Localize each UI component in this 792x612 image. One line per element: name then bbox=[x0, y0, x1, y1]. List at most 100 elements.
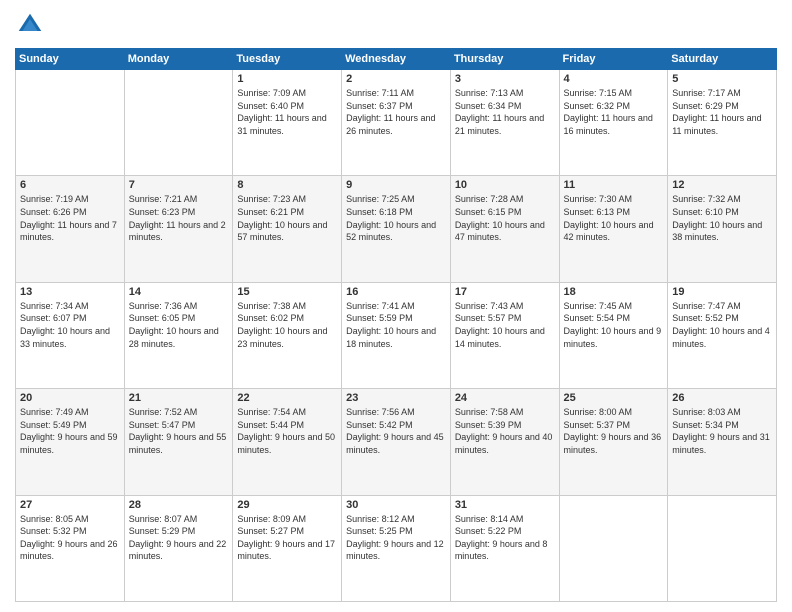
weekday-wednesday: Wednesday bbox=[342, 49, 451, 70]
day-detail: Sunrise: 8:14 AMSunset: 5:22 PMDaylight:… bbox=[455, 513, 555, 563]
day-number: 25 bbox=[564, 392, 664, 404]
day-detail: Sunrise: 7:23 AMSunset: 6:21 PMDaylight:… bbox=[237, 193, 337, 243]
day-detail: Sunrise: 8:00 AMSunset: 5:37 PMDaylight:… bbox=[564, 406, 664, 456]
week-row-0: 1 Sunrise: 7:09 AMSunset: 6:40 PMDayligh… bbox=[16, 70, 777, 176]
day-number: 6 bbox=[20, 179, 120, 191]
day-detail: Sunrise: 7:56 AMSunset: 5:42 PMDaylight:… bbox=[346, 406, 446, 456]
day-number: 10 bbox=[455, 179, 555, 191]
weekday-thursday: Thursday bbox=[450, 49, 559, 70]
day-detail: Sunrise: 7:15 AMSunset: 6:32 PMDaylight:… bbox=[564, 87, 664, 137]
day-detail: Sunrise: 8:07 AMSunset: 5:29 PMDaylight:… bbox=[129, 513, 229, 563]
day-detail: Sunrise: 7:32 AMSunset: 6:10 PMDaylight:… bbox=[672, 193, 772, 243]
day-cell: 19 Sunrise: 7:47 AMSunset: 5:52 PMDaylig… bbox=[668, 282, 777, 388]
day-number: 1 bbox=[237, 73, 337, 85]
day-detail: Sunrise: 7:49 AMSunset: 5:49 PMDaylight:… bbox=[20, 406, 120, 456]
day-cell: 10 Sunrise: 7:28 AMSunset: 6:15 PMDaylig… bbox=[450, 176, 559, 282]
day-cell: 6 Sunrise: 7:19 AMSunset: 6:26 PMDayligh… bbox=[16, 176, 125, 282]
day-number: 29 bbox=[237, 499, 337, 511]
day-cell: 7 Sunrise: 7:21 AMSunset: 6:23 PMDayligh… bbox=[124, 176, 233, 282]
day-number: 28 bbox=[129, 499, 229, 511]
day-detail: Sunrise: 8:03 AMSunset: 5:34 PMDaylight:… bbox=[672, 406, 772, 456]
day-cell bbox=[124, 70, 233, 176]
day-number: 19 bbox=[672, 286, 772, 298]
day-cell: 2 Sunrise: 7:11 AMSunset: 6:37 PMDayligh… bbox=[342, 70, 451, 176]
day-cell bbox=[559, 495, 668, 601]
day-detail: Sunrise: 7:28 AMSunset: 6:15 PMDaylight:… bbox=[455, 193, 555, 243]
day-number: 13 bbox=[20, 286, 120, 298]
day-cell: 23 Sunrise: 7:56 AMSunset: 5:42 PMDaylig… bbox=[342, 389, 451, 495]
day-detail: Sunrise: 7:38 AMSunset: 6:02 PMDaylight:… bbox=[237, 300, 337, 350]
calendar-table: SundayMondayTuesdayWednesdayThursdayFrid… bbox=[15, 48, 777, 602]
day-cell: 22 Sunrise: 7:54 AMSunset: 5:44 PMDaylig… bbox=[233, 389, 342, 495]
day-cell: 8 Sunrise: 7:23 AMSunset: 6:21 PMDayligh… bbox=[233, 176, 342, 282]
logo bbox=[15, 10, 49, 40]
day-cell: 30 Sunrise: 8:12 AMSunset: 5:25 PMDaylig… bbox=[342, 495, 451, 601]
weekday-friday: Friday bbox=[559, 49, 668, 70]
day-cell: 1 Sunrise: 7:09 AMSunset: 6:40 PMDayligh… bbox=[233, 70, 342, 176]
day-number: 24 bbox=[455, 392, 555, 404]
day-cell: 16 Sunrise: 7:41 AMSunset: 5:59 PMDaylig… bbox=[342, 282, 451, 388]
day-number: 18 bbox=[564, 286, 664, 298]
day-number: 30 bbox=[346, 499, 446, 511]
day-cell: 3 Sunrise: 7:13 AMSunset: 6:34 PMDayligh… bbox=[450, 70, 559, 176]
weekday-tuesday: Tuesday bbox=[233, 49, 342, 70]
day-number: 16 bbox=[346, 286, 446, 298]
day-number: 20 bbox=[20, 392, 120, 404]
day-detail: Sunrise: 7:13 AMSunset: 6:34 PMDaylight:… bbox=[455, 87, 555, 137]
day-cell: 24 Sunrise: 7:58 AMSunset: 5:39 PMDaylig… bbox=[450, 389, 559, 495]
day-detail: Sunrise: 8:12 AMSunset: 5:25 PMDaylight:… bbox=[346, 513, 446, 563]
logo-icon bbox=[15, 10, 45, 40]
day-cell bbox=[16, 70, 125, 176]
day-number: 7 bbox=[129, 179, 229, 191]
day-detail: Sunrise: 7:30 AMSunset: 6:13 PMDaylight:… bbox=[564, 193, 664, 243]
day-cell: 29 Sunrise: 8:09 AMSunset: 5:27 PMDaylig… bbox=[233, 495, 342, 601]
day-detail: Sunrise: 7:45 AMSunset: 5:54 PMDaylight:… bbox=[564, 300, 664, 350]
week-row-3: 20 Sunrise: 7:49 AMSunset: 5:49 PMDaylig… bbox=[16, 389, 777, 495]
day-cell: 25 Sunrise: 8:00 AMSunset: 5:37 PMDaylig… bbox=[559, 389, 668, 495]
day-number: 15 bbox=[237, 286, 337, 298]
day-detail: Sunrise: 7:17 AMSunset: 6:29 PMDaylight:… bbox=[672, 87, 772, 137]
weekday-sunday: Sunday bbox=[16, 49, 125, 70]
day-number: 5 bbox=[672, 73, 772, 85]
day-detail: Sunrise: 7:36 AMSunset: 6:05 PMDaylight:… bbox=[129, 300, 229, 350]
weekday-header-row: SundayMondayTuesdayWednesdayThursdayFrid… bbox=[16, 49, 777, 70]
day-cell: 28 Sunrise: 8:07 AMSunset: 5:29 PMDaylig… bbox=[124, 495, 233, 601]
day-cell: 11 Sunrise: 7:30 AMSunset: 6:13 PMDaylig… bbox=[559, 176, 668, 282]
day-detail: Sunrise: 7:41 AMSunset: 5:59 PMDaylight:… bbox=[346, 300, 446, 350]
weekday-monday: Monday bbox=[124, 49, 233, 70]
day-number: 26 bbox=[672, 392, 772, 404]
day-detail: Sunrise: 7:21 AMSunset: 6:23 PMDaylight:… bbox=[129, 193, 229, 243]
day-cell: 20 Sunrise: 7:49 AMSunset: 5:49 PMDaylig… bbox=[16, 389, 125, 495]
day-detail: Sunrise: 7:52 AMSunset: 5:47 PMDaylight:… bbox=[129, 406, 229, 456]
day-cell: 4 Sunrise: 7:15 AMSunset: 6:32 PMDayligh… bbox=[559, 70, 668, 176]
day-number: 27 bbox=[20, 499, 120, 511]
day-number: 2 bbox=[346, 73, 446, 85]
day-cell: 31 Sunrise: 8:14 AMSunset: 5:22 PMDaylig… bbox=[450, 495, 559, 601]
week-row-2: 13 Sunrise: 7:34 AMSunset: 6:07 PMDaylig… bbox=[16, 282, 777, 388]
day-detail: Sunrise: 7:47 AMSunset: 5:52 PMDaylight:… bbox=[672, 300, 772, 350]
day-number: 3 bbox=[455, 73, 555, 85]
week-row-4: 27 Sunrise: 8:05 AMSunset: 5:32 PMDaylig… bbox=[16, 495, 777, 601]
day-number: 21 bbox=[129, 392, 229, 404]
day-number: 12 bbox=[672, 179, 772, 191]
header bbox=[15, 10, 777, 40]
day-number: 23 bbox=[346, 392, 446, 404]
day-cell: 12 Sunrise: 7:32 AMSunset: 6:10 PMDaylig… bbox=[668, 176, 777, 282]
day-detail: Sunrise: 7:43 AMSunset: 5:57 PMDaylight:… bbox=[455, 300, 555, 350]
week-row-1: 6 Sunrise: 7:19 AMSunset: 6:26 PMDayligh… bbox=[16, 176, 777, 282]
day-detail: Sunrise: 7:34 AMSunset: 6:07 PMDaylight:… bbox=[20, 300, 120, 350]
day-cell: 17 Sunrise: 7:43 AMSunset: 5:57 PMDaylig… bbox=[450, 282, 559, 388]
day-cell: 14 Sunrise: 7:36 AMSunset: 6:05 PMDaylig… bbox=[124, 282, 233, 388]
day-number: 4 bbox=[564, 73, 664, 85]
day-cell: 27 Sunrise: 8:05 AMSunset: 5:32 PMDaylig… bbox=[16, 495, 125, 601]
day-detail: Sunrise: 7:25 AMSunset: 6:18 PMDaylight:… bbox=[346, 193, 446, 243]
day-detail: Sunrise: 7:54 AMSunset: 5:44 PMDaylight:… bbox=[237, 406, 337, 456]
day-cell: 9 Sunrise: 7:25 AMSunset: 6:18 PMDayligh… bbox=[342, 176, 451, 282]
day-number: 9 bbox=[346, 179, 446, 191]
day-cell: 26 Sunrise: 8:03 AMSunset: 5:34 PMDaylig… bbox=[668, 389, 777, 495]
day-number: 8 bbox=[237, 179, 337, 191]
day-cell: 21 Sunrise: 7:52 AMSunset: 5:47 PMDaylig… bbox=[124, 389, 233, 495]
day-cell: 15 Sunrise: 7:38 AMSunset: 6:02 PMDaylig… bbox=[233, 282, 342, 388]
day-detail: Sunrise: 7:11 AMSunset: 6:37 PMDaylight:… bbox=[346, 87, 446, 137]
day-number: 31 bbox=[455, 499, 555, 511]
